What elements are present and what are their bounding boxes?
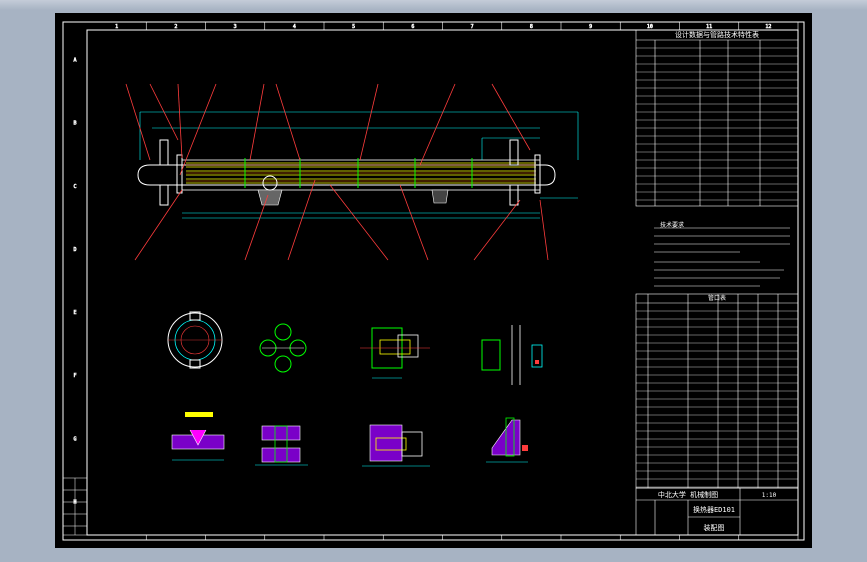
right-flange	[534, 154, 541, 194]
outer-frame	[62, 21, 805, 541]
ruler-mark-top: 3	[234, 24, 237, 30]
ruler-mark-side: F	[73, 373, 76, 379]
heat-exchanger-main-view	[125, 83, 579, 261]
ruler-mark-top: 6	[411, 24, 414, 30]
ruler-mark-side: A	[73, 58, 76, 64]
detail-joint-a	[360, 327, 430, 379]
ruler-mark-top: 1	[115, 24, 118, 30]
notes-title: 技术要求	[660, 221, 684, 229]
technical-notes	[654, 227, 790, 287]
parts-list-title: 管口表	[708, 294, 726, 302]
revision-block	[62, 477, 88, 536]
nozzle-d	[509, 184, 519, 206]
parts-list-rows	[636, 310, 798, 488]
tube-bundle-red	[186, 164, 536, 182]
ruler-mark-top: 8	[530, 24, 533, 30]
technical-data-table	[635, 29, 799, 207]
ruler-mark-top: 2	[174, 24, 177, 30]
detail-tube-layout	[259, 323, 307, 373]
ruler-mark-top: 12	[765, 24, 771, 30]
ruler-mark-side: E	[73, 310, 76, 316]
detail-weld-b	[255, 425, 308, 466]
left-flange	[176, 154, 183, 194]
nozzle-a	[159, 139, 169, 166]
part-name: 换热器ED101	[693, 505, 735, 514]
nozzle-c	[159, 184, 169, 206]
inner-frame	[86, 29, 799, 536]
ruler-mark-top: 5	[352, 24, 355, 30]
scale-label: 1:10	[762, 492, 777, 499]
university-label: 中北大学 机械制图	[658, 490, 718, 499]
saddle-left	[257, 189, 283, 206]
drawing-type: 装配图	[704, 523, 725, 532]
saddle-right	[431, 189, 449, 204]
ruler-mark-side: D	[73, 247, 76, 253]
detail-weld-d	[486, 417, 528, 463]
leader-lines	[125, 83, 549, 261]
cad-viewport[interactable]: 1 2 3 4 5 6 7 8 9 10 11 12 A B C D E F G H	[0, 0, 867, 562]
nozzle-b	[509, 139, 519, 166]
detail-weld-a	[171, 412, 225, 461]
table-title: 设计数据与管路技术特性表	[675, 30, 759, 39]
ruler-mark-top: 10	[647, 24, 653, 30]
ruler-mark-top: 11	[706, 24, 712, 30]
ruler-mark-top: 7	[471, 24, 474, 30]
ruler-mark-side: G	[73, 436, 76, 442]
ruler-mark-top: 4	[293, 24, 296, 30]
frame-ruler-marks: 1 2 3 4 5 6 7 8 9 10 11 12ABCDEFGH	[73, 22, 799, 540]
drawing-sheet: 1 2 3 4 5 6 7 8 9 10 11 12ABCDEFGH 设计数据与…	[62, 21, 805, 541]
detail-flange-view	[167, 311, 223, 369]
technical-data-rows	[636, 47, 798, 201]
ruler-mark-top: 9	[589, 24, 592, 30]
ruler-mark-side: C	[73, 184, 76, 190]
detail-joint-b	[481, 325, 543, 385]
detail-weld-c	[362, 424, 430, 467]
ruler-mark-side: B	[73, 121, 76, 127]
